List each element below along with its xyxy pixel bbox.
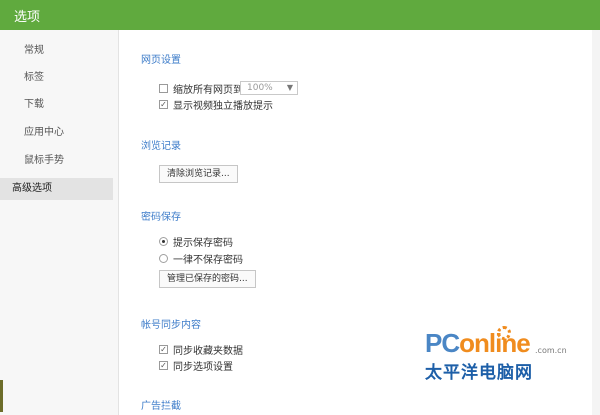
zoom-checkbox[interactable] xyxy=(159,83,168,93)
watermark-logo: PConline .com.cn 太平洋电脑网 xyxy=(395,326,595,408)
never-save-label: 一律不保存密码 xyxy=(173,254,243,266)
watermark-chinese: 太平洋电脑网 xyxy=(425,363,533,383)
sync-options-label: 同步选项设置 xyxy=(173,361,233,373)
sidebar: 常规 标签 下载 应用中心 鼠标手势 高级选项 xyxy=(0,30,119,415)
video-row: ✓ 显示视频独立播放提示 xyxy=(159,97,273,112)
sidebar-item-advanced[interactable]: 高级选项 xyxy=(0,178,113,200)
section-title-web: 网页设置 xyxy=(141,55,181,66)
video-checkbox[interactable]: ✓ xyxy=(159,99,168,109)
sidebar-item-mouse-gesture[interactable]: 鼠标手势 xyxy=(0,150,113,172)
prompt-save-label: 提示保存密码 xyxy=(173,237,233,249)
video-label: 显示视频独立播放提示 xyxy=(173,100,273,112)
sidebar-edge-marker xyxy=(0,380,3,412)
sync-options-row: ✓ 同步选项设置 xyxy=(159,358,233,373)
window-title: 选项 xyxy=(14,10,41,25)
prompt-save-radio[interactable] xyxy=(159,236,168,246)
sync-options-checkbox[interactable]: ✓ xyxy=(159,360,168,370)
chevron-down-icon: ▼ xyxy=(286,83,293,92)
section-title-ads: 广告拦截 xyxy=(141,401,181,412)
password-option-prompt: 提示保存密码 xyxy=(159,234,233,249)
sidebar-item-app-center[interactable]: 应用中心 xyxy=(0,122,113,144)
password-option-never: 一律不保存密码 xyxy=(159,251,243,266)
zoom-select[interactable]: 100% ▼ xyxy=(240,81,298,95)
sidebar-item-download[interactable]: 下载 xyxy=(0,94,113,116)
manage-passwords-button[interactable]: 管理已保存的密码... xyxy=(159,270,256,288)
sync-favorites-label: 同步收藏夹数据 xyxy=(173,345,243,357)
zoom-label: 缩放所有网页到 xyxy=(173,84,243,96)
title-bar: 选项 xyxy=(0,0,600,30)
section-title-sync: 帐号同步内容 xyxy=(141,320,201,331)
zoom-row: 缩放所有网页到 xyxy=(159,81,243,96)
section-title-password: 密码保存 xyxy=(141,212,181,223)
zoom-select-value: 100% xyxy=(247,83,273,93)
never-save-radio[interactable] xyxy=(159,253,168,263)
section-title-history: 浏览记录 xyxy=(141,141,181,152)
sidebar-item-tabs[interactable]: 标签 xyxy=(0,67,113,89)
sync-favorites-row: ✓ 同步收藏夹数据 xyxy=(159,342,243,357)
watermark-domain: .com.cn xyxy=(535,346,567,355)
sync-favorites-checkbox[interactable]: ✓ xyxy=(159,344,168,354)
watermark-brand: PConline xyxy=(425,328,531,358)
gear-icon xyxy=(497,326,511,340)
clear-history-button[interactable]: 清除浏览记录... xyxy=(159,165,238,183)
sidebar-item-general[interactable]: 常规 xyxy=(0,40,113,62)
